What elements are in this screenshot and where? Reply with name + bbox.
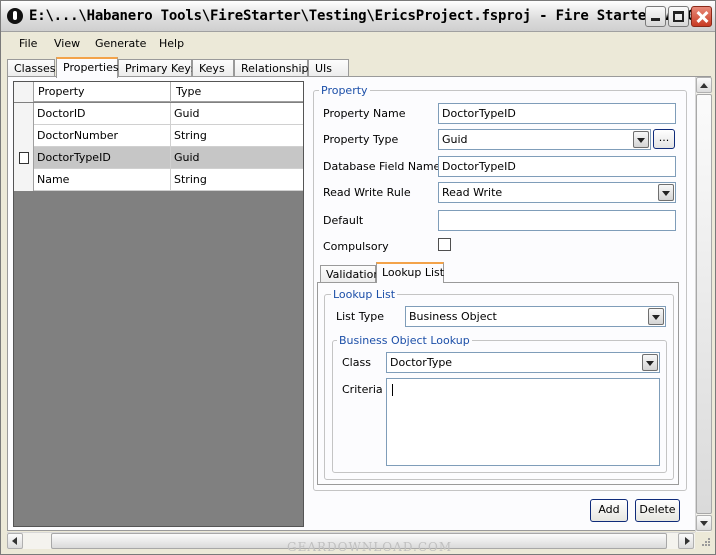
vertical-scrollbar[interactable] [695,77,712,532]
table-row[interactable]: Name String [14,169,303,191]
column-header-type[interactable]: Type [176,85,201,98]
chevron-down-icon[interactable] [658,184,674,201]
row-header[interactable] [14,147,34,169]
criteria-label: Criteria [342,383,383,396]
default-field[interactable] [438,210,676,231]
cell-type: String [174,129,207,142]
tab-classes[interactable]: Classes [7,59,55,77]
main-tabs: Classes Properties Primary Keys Keys Rel… [7,57,711,78]
chevron-down-icon[interactable] [642,354,658,371]
cell-type: Guid [174,107,200,120]
title-bar[interactable]: E:\...\Habanero Tools\FireStarter\Testin… [1,1,715,32]
class-value: DoctorType [390,356,453,369]
window-title: E:\...\Habanero Tools\FireStarter\Testin… [29,8,704,24]
tab-validation[interactable]: Validation [320,265,380,283]
delete-button[interactable]: Delete [635,499,680,522]
tab-relationships[interactable]: Relationships [234,59,314,77]
row-header[interactable] [14,103,34,125]
compulsory-checkbox[interactable] [438,238,451,251]
resize-grip-icon[interactable] [698,536,711,549]
scroll-right-icon[interactable] [678,533,694,549]
bo-lookup-group-title: Business Object Lookup [337,334,472,347]
menu-file[interactable]: File [19,37,37,50]
property-type-browse-button[interactable]: ... [653,129,675,149]
class-select[interactable]: DoctorType [386,352,660,373]
column-header-property[interactable]: Property [38,85,85,98]
maximize-button[interactable] [668,6,689,27]
table-row-selected[interactable]: DoctorTypeID Guid [14,147,303,169]
default-label: Default [323,214,364,227]
property-group-title: Property [319,84,370,97]
grid-corner [14,82,34,102]
cell-property: DoctorTypeID [37,151,111,164]
watermark: GEARDOWNLOAD.COM [287,540,453,554]
row-header[interactable] [14,125,34,147]
property-name-label: Property Name [323,107,406,120]
menu-help[interactable]: Help [159,37,184,50]
compulsory-label: Compulsory [323,240,389,253]
menu-view[interactable]: View [54,37,80,50]
list-type-value: Business Object [409,310,497,323]
lookup-list-group-title: Lookup List [331,288,398,301]
minimize-button[interactable] [645,6,666,27]
table-row[interactable]: DoctorID Guid [14,103,303,125]
app-icon [7,8,23,24]
text-caret [392,384,393,396]
close-button[interactable] [691,6,712,27]
app-window: E:\...\Habanero Tools\FireStarter\Testin… [0,0,716,555]
criteria-field[interactable] [386,378,660,466]
add-button[interactable]: Add [590,499,628,522]
cell-type: String [174,173,207,186]
vertical-scroll-thumb[interactable] [696,94,712,514]
tab-primary-keys[interactable]: Primary Keys [118,59,197,77]
scroll-left-icon[interactable] [7,533,23,549]
property-grid[interactable]: Property Type DoctorID Guid DoctorNumber… [13,81,304,527]
tab-uis[interactable]: UIs [308,59,349,77]
tab-lookup-list[interactable]: Lookup List [376,262,444,283]
cell-separator [170,147,171,169]
property-type-value: Guid [442,133,468,146]
scroll-up-icon[interactable] [696,77,712,93]
property-type-select[interactable]: Guid [438,129,651,150]
property-type-label: Property Type [323,133,399,146]
tab-properties[interactable]: Properties [56,57,119,78]
cell-type: Guid [174,151,200,164]
menu-bar: File View Generate Help [1,33,715,55]
rw-rule-value: Read Write [442,186,503,199]
chevron-down-icon[interactable] [648,308,664,325]
cell-property: DoctorNumber [37,129,119,142]
rw-rule-select[interactable]: Read Write [438,182,676,203]
scroll-down-icon[interactable] [696,515,712,531]
column-separator [170,82,171,102]
cell-separator [170,169,171,191]
current-row-indicator-icon [19,152,29,164]
property-name-field[interactable]: DoctorTypeID [438,103,676,124]
tab-keys[interactable]: Keys [192,59,234,77]
row-header[interactable] [14,169,34,191]
grid-header: Property Type [14,82,303,102]
class-label: Class [342,356,371,369]
cell-separator [170,103,171,125]
table-row[interactable]: DoctorNumber String [14,125,303,147]
chevron-down-icon[interactable] [633,131,649,148]
cell-property: Name [37,173,70,186]
rw-rule-label: Read Write Rule [323,186,411,199]
list-type-select[interactable]: Business Object [405,306,666,327]
list-type-label: List Type [336,310,384,323]
db-field-name-field[interactable]: DoctorTypeID [438,156,676,177]
menu-generate[interactable]: Generate [95,37,146,50]
cell-separator [170,125,171,147]
db-field-label: Database Field Name [323,160,441,173]
cell-property: DoctorID [37,107,86,120]
